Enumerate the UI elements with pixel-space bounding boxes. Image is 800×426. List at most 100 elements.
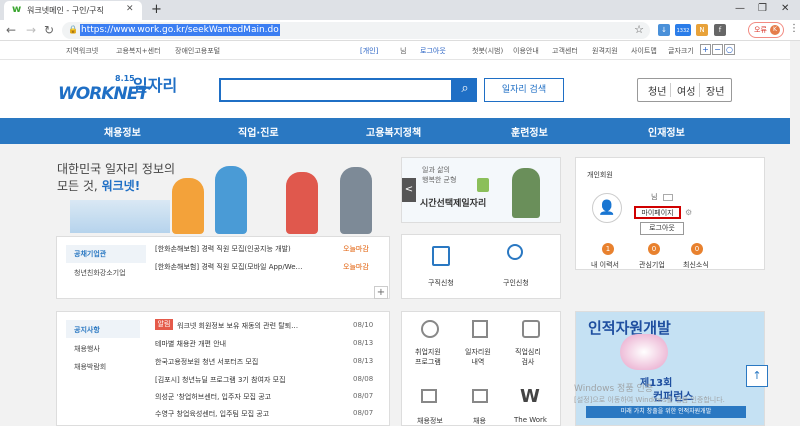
list-item[interactable]: [한화손해보험] 경력 직원 모집(모바일 App/We… [155,262,303,272]
profile-error-button[interactable]: 오류 K [748,22,784,38]
hero-line-2-prefix: 모든 것, [57,179,102,193]
menu-welfare-policy[interactable]: 고용복지정책 [366,124,421,139]
stat-resume[interactable]: 내 이력서 [591,260,619,270]
table-row[interactable]: 워크넷 회원정보 보유 재동의 관련 탈퇴… [177,321,298,331]
segment-youth[interactable]: 청년 [648,83,666,98]
tab-notice[interactable]: 공지사항 [74,325,100,335]
settings-icon[interactable]: ⚙ [685,208,692,217]
table-row[interactable]: 수영구 창업육성센터, 입주팀 모집 공고 [155,409,269,419]
recruit-icon[interactable] [472,389,488,403]
download-ext-icon[interactable]: ↓ [658,24,670,36]
person-illustration [215,166,247,234]
topnav-link-remote[interactable]: 원격지원 [592,46,618,56]
table-row[interactable]: 테마별 채용관 개편 안내 [155,339,226,349]
psych-test-icon[interactable] [522,320,540,338]
mypage-button[interactable]: 마이페이지 [634,206,681,219]
omnibox[interactable]: 🔒 https://www.work.go.kr/seekWantedMain.… [62,22,650,39]
worknet-logo[interactable]: 8.15 WORKNET 일자리 [58,74,178,108]
stat-latest-news[interactable]: 최신소식 [683,260,709,270]
url-text[interactable]: https://www.work.go.kr/seekWantedMain.do [80,24,280,36]
person-illustration [172,178,204,234]
back-icon[interactable]: ← [6,23,16,37]
font-decrease-button[interactable]: − [712,44,723,55]
icon-label-program[interactable]: 취업지원 프로그램 [415,347,441,367]
windows-watermark-2: [설정]으로 이동하여 Windows를 정품 인증합니다. [574,396,725,404]
close-tab-icon[interactable]: ✕ [126,4,134,14]
topnav-link-disabled-portal[interactable]: 장애인고용포털 [175,46,220,56]
tab-youth-sme[interactable]: 청년친화강소기업 [74,268,126,278]
icon-label-thework[interactable]: The Work [514,416,547,424]
font-size-label: 글자크기 [668,47,694,55]
deadline-badge: 오늘마감 [343,263,369,271]
topnav-link-regional[interactable]: 지역워크넷 [66,46,98,56]
tab-public-company[interactable]: 공채기업관 [66,245,146,263]
menu-talent[interactable]: 인재정보 [648,124,685,139]
windows-watermark: Windows 정품 인증 [574,384,654,394]
the-work-logo-icon[interactable]: W [520,386,540,407]
topnav-link-welfare-center[interactable]: 고용복지+센터 [116,46,161,56]
topnav-link-chatbot[interactable]: 첫봇(시범) [472,46,503,56]
forward-icon[interactable]: → [26,23,36,37]
briefcase-icon[interactable] [421,389,437,403]
icon-label-recruit[interactable]: 채용 [473,416,486,426]
banner-title: 시간선택제일자리 [420,199,487,209]
sprout-icon[interactable] [421,320,439,338]
menu-training[interactable]: 훈련정보 [511,124,548,139]
banner-prev-button[interactable]: < [402,178,416,202]
browser-tab[interactable]: w 워크넷메인 - 구인/구직 ✕ [4,1,142,20]
reload-icon[interactable]: ↻ [44,23,54,37]
ext-orange-icon[interactable]: N [696,24,708,36]
user-name-suffix: 님 [400,47,407,55]
icon-label-psych[interactable]: 직업심리 검사 [515,347,541,367]
window-close-icon[interactable]: ✕ [781,3,789,14]
avatar: 👤 [592,193,622,223]
quick-apply-panel [401,234,561,299]
person-illustration [286,172,318,234]
list-item[interactable]: [한화손해보험] 경력 직원 모집(인공지능 개발) [155,244,291,254]
man-illustration [512,168,540,218]
bookmark-star-icon[interactable]: ☆ [634,23,644,36]
restore-icon[interactable]: ❐ [758,3,767,14]
page-scrollbar[interactable] [790,41,800,426]
search-people-icon[interactable] [507,244,523,260]
id-card-icon[interactable] [472,320,488,338]
job-application-icon[interactable] [432,246,450,266]
topnav-link-guide[interactable]: 이용안내 [513,46,539,56]
menu-jobs[interactable]: 채용정보 [104,124,141,139]
segment-women[interactable]: 여성 [677,83,695,98]
logout-link[interactable]: 로그아웃 [420,46,446,56]
banner-small-2: 행복한 균형 [422,176,457,184]
table-row[interactable]: 의성군 '창업허브센터, 입주자 모집 공고 [155,392,271,402]
more-button[interactable]: + [374,286,388,299]
font-reset-button[interactable]: ○ [724,44,735,55]
browser-menu-icon[interactable]: ⋮ [789,23,799,34]
tab-job-fair[interactable]: 채용박람회 [74,362,106,372]
logout-button[interactable]: 로그아웃 [640,222,684,235]
ext-gray-icon[interactable]: f [714,24,726,36]
table-row[interactable]: [김포시] 청년뉴딜 프로그램 3기 참여자 모집 [155,375,286,385]
menu-career[interactable]: 직업·진로 [238,124,279,139]
timeselect-banner[interactable]: < 일과 삶의 행복한 균형 시간선택제일자리 [401,157,561,223]
new-tab-icon[interactable]: + [151,2,162,17]
topnav-link-sitemap[interactable]: 사이트맵 [631,46,657,56]
scroll-top-button[interactable]: ↑ [746,365,768,387]
logo-hand-lettering: 일자리 [133,76,178,95]
minimize-icon[interactable]: — [735,3,745,14]
ext-badge-icon[interactable]: 1332 [675,24,691,36]
topnav-link-support[interactable]: 고객센터 [552,46,578,56]
mail-icon[interactable] [663,194,673,201]
table-row[interactable]: 한국고용정보원 청년 서포터즈 모집 [155,357,258,367]
quick-job-seek[interactable]: 구직신청 [428,278,454,288]
member-panel-title: 개인회원 [587,171,613,179]
job-search-button[interactable]: 일자리 검색 [484,78,564,102]
icon-label-history[interactable]: 일자리원 내역 [465,347,491,367]
font-increase-button[interactable]: + [700,44,711,55]
stat-interest-company[interactable]: 관심기업 [639,260,665,270]
hero-line-2: 모든 것, 워크넷! [57,177,140,194]
icon-label-jobinfo[interactable]: 채용정보 [417,416,443,426]
segment-senior[interactable]: 장년 [706,83,724,98]
search-input[interactable] [219,78,453,102]
quick-job-offer[interactable]: 구인신청 [503,278,529,288]
tab-recruit-event[interactable]: 채용행사 [74,344,100,354]
search-icon[interactable]: ⌕ [453,78,477,102]
